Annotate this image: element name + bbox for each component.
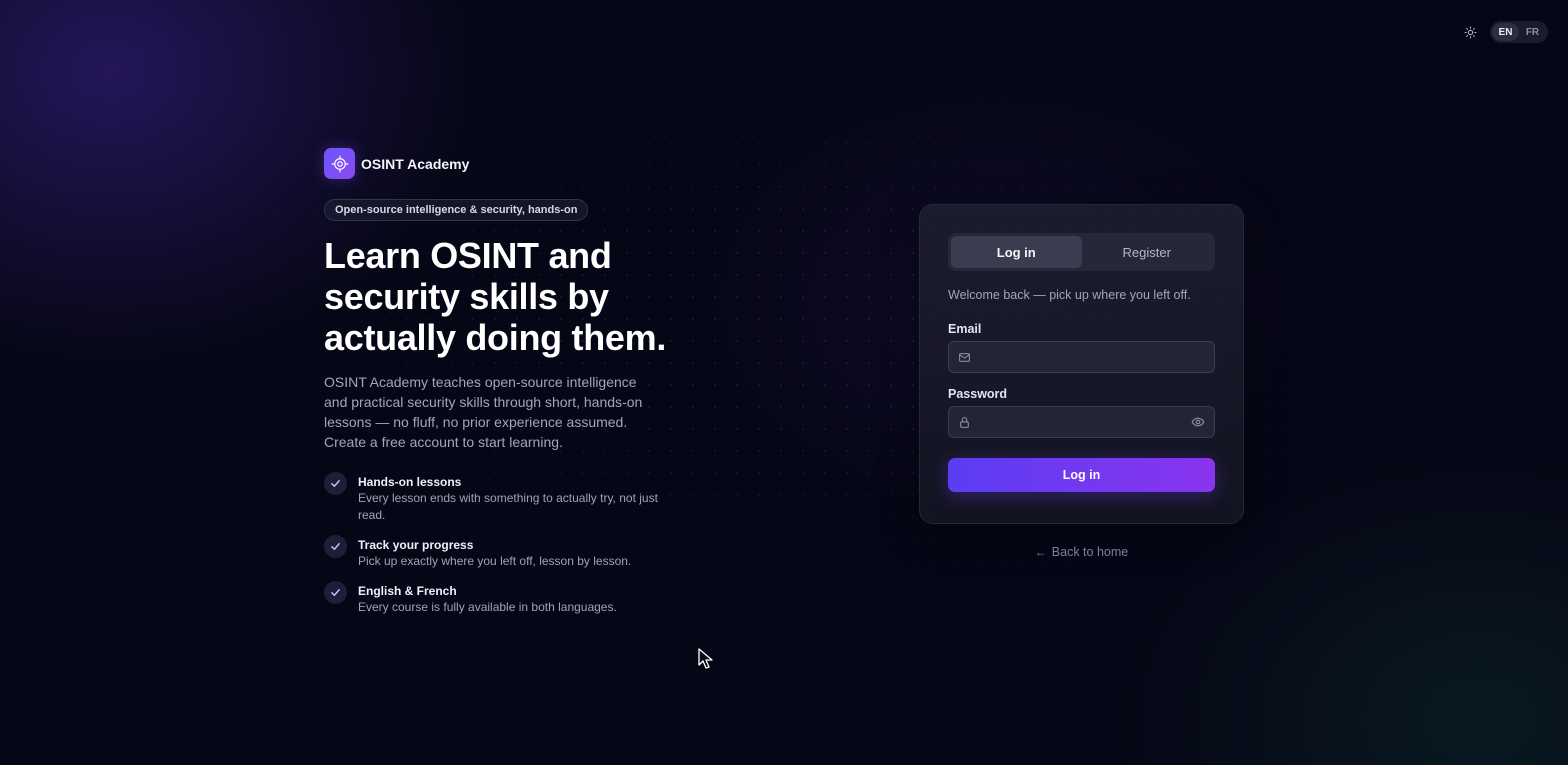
headline-line-3: actually doing them. [324, 317, 667, 358]
language-en-button[interactable]: EN [1492, 23, 1519, 41]
check-icon [331, 543, 340, 550]
tagline-badge: Open-source intelligence & security, han… [324, 199, 589, 221]
language-fr-button[interactable]: FR [1519, 23, 1546, 41]
feature-title: English & French [358, 584, 457, 598]
lock-icon [958, 416, 971, 429]
password-field-wrapper [948, 406, 1215, 438]
mouse-cursor-icon [698, 648, 713, 669]
feature-title: Track your progress [358, 538, 474, 552]
email-field[interactable] [979, 342, 1205, 372]
feature-title: Hands-on lessons [358, 475, 462, 489]
page-headline: Learn OSINT and security skills by actua… [324, 235, 704, 358]
target-icon [331, 155, 348, 172]
tab-log-in[interactable]: Log in [951, 236, 1082, 268]
intro-paragraph: OSINT Academy teaches open-source intell… [324, 374, 643, 450]
welcome-message: Welcome back — pick up where you left of… [948, 288, 1191, 302]
auth-tabs: Log in Register [948, 233, 1215, 271]
check-icon [331, 480, 340, 487]
arrow-left-icon: ← [1034, 545, 1047, 559]
headline-line-1: Learn OSINT and [324, 235, 612, 276]
email-field-wrapper [948, 341, 1215, 373]
back-to-home-label: Back to home [1051, 545, 1129, 559]
theme-toggle-button[interactable] [1461, 23, 1479, 41]
sun-icon [1464, 26, 1476, 38]
eye-icon[interactable] [1191, 415, 1205, 429]
brand-name: OSINT Academy [361, 155, 470, 172]
feature-item: Track your progress Pick up exactly wher… [324, 535, 704, 570]
log-in-button[interactable]: Log in [948, 458, 1215, 492]
dot-grid-background [0, 0, 1568, 765]
brand: OSINT Academy [324, 148, 704, 179]
feature-item: Hands-on lessons Every lesson ends with … [324, 472, 704, 524]
email-label: Email [948, 322, 982, 336]
check-badge [324, 472, 347, 495]
tab-register[interactable]: Register [1082, 236, 1213, 268]
feature-description: Every course is fully available in both … [358, 600, 617, 614]
back-to-home-link[interactable]: ← Back to home [919, 545, 1244, 559]
brand-logo [324, 148, 355, 179]
password-field[interactable] [979, 407, 1191, 437]
headline-line-2: security skills by [324, 276, 609, 317]
mail-icon [958, 351, 971, 364]
check-badge [324, 535, 347, 558]
feature-description: Every lesson ends with something to actu… [358, 491, 658, 522]
language-switcher: EN FR [1490, 21, 1548, 43]
check-badge [324, 581, 347, 604]
auth-card: Log in Register Welcome back — pick up w… [919, 204, 1244, 524]
feature-list: Hands-on lessons Every lesson ends with … [324, 472, 704, 616]
feature-description: Pick up exactly where you left off, less… [358, 554, 632, 568]
check-icon [331, 589, 340, 596]
hero-section: OSINT Academy Open-source intelligence &… [324, 148, 704, 629]
password-label: Password [948, 387, 1008, 401]
feature-item: English & French Every course is fully a… [324, 581, 704, 616]
